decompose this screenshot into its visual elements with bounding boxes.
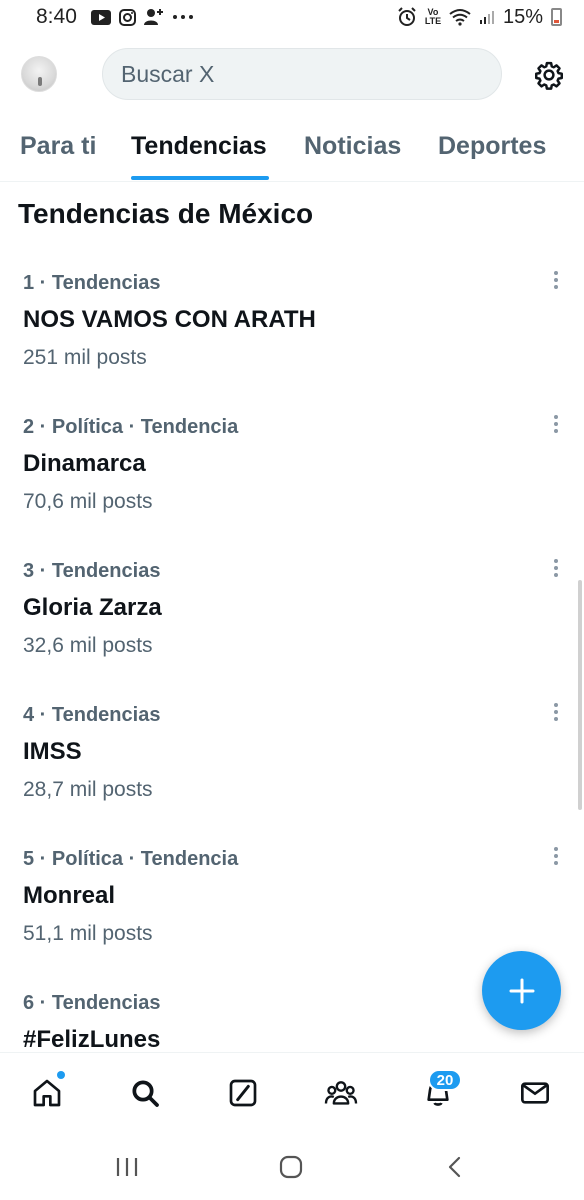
communities-icon[interactable] [321,1073,361,1113]
tab-deportes[interactable]: Deportes [438,132,546,161]
more-options-icon[interactable] [546,698,566,726]
trend-post-count: 28,7 mil posts [23,778,153,801]
scrollbar[interactable] [578,580,582,810]
bottom-navigation: 20 [0,1052,584,1132]
system-navigation-bar [0,1132,584,1200]
trend-post-count: 70,6 mil posts [23,490,153,513]
more-options-icon[interactable] [546,266,566,294]
recent-apps-icon[interactable] [112,1152,142,1182]
top-header [0,46,584,104]
trend-title[interactable]: NOS VAMOS CON ARATH [23,306,316,334]
signal-icon [479,9,495,25]
alarm-icon [397,7,417,27]
home-unread-dot [57,1071,65,1079]
battery-percent: 15% [502,5,543,28]
trend-item[interactable]: 1 · Tendencias NOS VAMOS CON ARATH 251 m… [0,271,584,412]
section-title: Tendencias de México [18,198,314,229]
trend-title[interactable]: #FelizLunes [23,1026,160,1052]
trend-title[interactable]: Monreal [23,882,115,910]
trend-meta: 3 · Tendencias [23,560,161,582]
status-bar: 8:40 Vo LTE 15% [0,0,584,34]
compose-post-button[interactable] [482,951,561,1030]
search-icon[interactable] [125,1073,165,1113]
tab-para-ti[interactable]: Para ti [20,132,96,161]
instagram-icon [118,8,136,26]
trend-item[interactable]: 2 · Política · Tendencia Dinamarca 70,6 … [0,415,584,556]
trend-title[interactable]: Gloria Zarza [23,594,162,622]
search-bar[interactable] [102,48,502,100]
wifi-icon [449,8,471,26]
trend-post-count: 51,1 mil posts [23,922,153,945]
active-tab-indicator [131,176,269,180]
trend-meta: 1 · Tendencias [23,272,161,294]
more-options-icon[interactable] [546,554,566,582]
battery-icon [551,8,562,26]
add-contact-icon [143,8,164,26]
trend-post-count: 251 mil posts [23,346,147,369]
settings-gear-icon[interactable] [532,58,566,92]
more-options-icon[interactable] [546,410,566,438]
grok-icon[interactable] [223,1073,263,1113]
trend-meta: 2 · Política · Tendencia [23,416,239,438]
status-bar-right: Vo LTE 15% [397,6,562,29]
plus-icon [509,978,534,1003]
trend-meta: 5 · Política · Tendencia [23,848,239,870]
trend-title[interactable]: IMSS [23,738,82,766]
more-options-icon[interactable] [546,842,566,870]
trend-meta: 4 · Tendencias [23,704,161,726]
profile-avatar[interactable] [21,56,57,92]
home-button-icon[interactable] [276,1152,306,1182]
trend-item[interactable]: 3 · Tendencias Gloria Zarza 32,6 mil pos… [0,559,584,700]
back-icon[interactable] [440,1152,470,1182]
youtube-icon [90,9,111,25]
trend-meta: 6 · Tendencias [23,992,161,1014]
volte-icon: Vo LTE [424,7,442,26]
status-time: 8:40 [36,5,77,28]
explore-tabs: Para ti Tendencias Noticias Deportes [0,118,584,182]
home-icon[interactable] [27,1073,67,1113]
status-bar-left: 8:40 [36,5,194,29]
tab-noticias[interactable]: Noticias [304,132,401,161]
search-input[interactable] [121,60,501,88]
notifications-badge: 20 [428,1069,462,1091]
trend-post-count: 32,6 mil posts [23,634,153,657]
trend-title[interactable]: Dinamarca [23,450,146,478]
trend-item[interactable]: 4 · Tendencias IMSS 28,7 mil posts [0,703,584,844]
messages-icon[interactable] [515,1073,555,1113]
more-notifications-icon [172,14,194,20]
tab-tendencias[interactable]: Tendencias [131,132,267,161]
